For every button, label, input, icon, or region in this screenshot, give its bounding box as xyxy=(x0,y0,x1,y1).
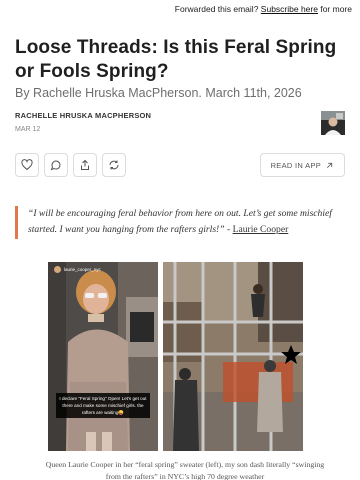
comment-icon xyxy=(50,160,61,171)
quote-body: “I will be encouraging feral behavior fr… xyxy=(28,206,345,238)
photo-left-image xyxy=(48,262,158,451)
subscribe-link[interactable]: Subscribe here xyxy=(261,4,318,14)
story-avatar xyxy=(54,266,61,273)
comment-button[interactable] xyxy=(44,153,68,177)
photo-laurie-cooper[interactable]: laurie_cooper_nyc I declare "Feral Sprin… xyxy=(48,262,158,451)
forward-bar: Forwarded this email? Subscribe here for… xyxy=(175,4,352,14)
share-icon xyxy=(81,159,89,170)
heart-icon xyxy=(21,159,33,171)
post-date: MAR 12 xyxy=(15,126,41,133)
story-username: laurie_cooper_nyc xyxy=(64,267,101,272)
avatar-image xyxy=(321,111,345,135)
arrow-up-right-icon xyxy=(326,162,333,168)
pull-quote: “I will be encouraging feral behavior fr… xyxy=(15,206,345,239)
photo-dash-scaffolding[interactable] xyxy=(163,262,303,451)
read-in-app-label: READ IN APP xyxy=(270,160,321,170)
story-header: laurie_cooper_nyc xyxy=(54,266,101,273)
photo-caption: Queen Laurie Cooper in her “feral spring… xyxy=(45,460,325,480)
story-overlay-text: I declare "Feral Spring" Open! Let's get… xyxy=(56,393,150,418)
author-row: RACHELLE HRUSKA MACPHERSON MAR 12 xyxy=(15,111,345,135)
like-button[interactable] xyxy=(15,153,39,177)
photo-right-image xyxy=(163,262,303,451)
forward-suffix: for more xyxy=(320,4,352,14)
share-button[interactable] xyxy=(73,153,97,177)
post-title: Loose Threads: Is this Feral Spring or F… xyxy=(15,37,337,82)
avatar[interactable] xyxy=(321,111,345,135)
post-subtitle: By Rachelle Hruska MacPherson. March 11t… xyxy=(15,86,302,100)
read-in-app-button[interactable]: READ IN APP xyxy=(259,153,345,177)
restack-icon xyxy=(109,160,119,170)
action-bar: READ IN APP xyxy=(15,153,345,177)
quote-author-link[interactable]: Laurie Cooper xyxy=(233,224,289,235)
forward-prefix: Forwarded this email? xyxy=(174,4,259,14)
author-name[interactable]: RACHELLE HRUSKA MACPHERSON xyxy=(15,111,345,120)
restack-button[interactable] xyxy=(102,153,126,177)
quote-dash: - xyxy=(224,224,233,235)
